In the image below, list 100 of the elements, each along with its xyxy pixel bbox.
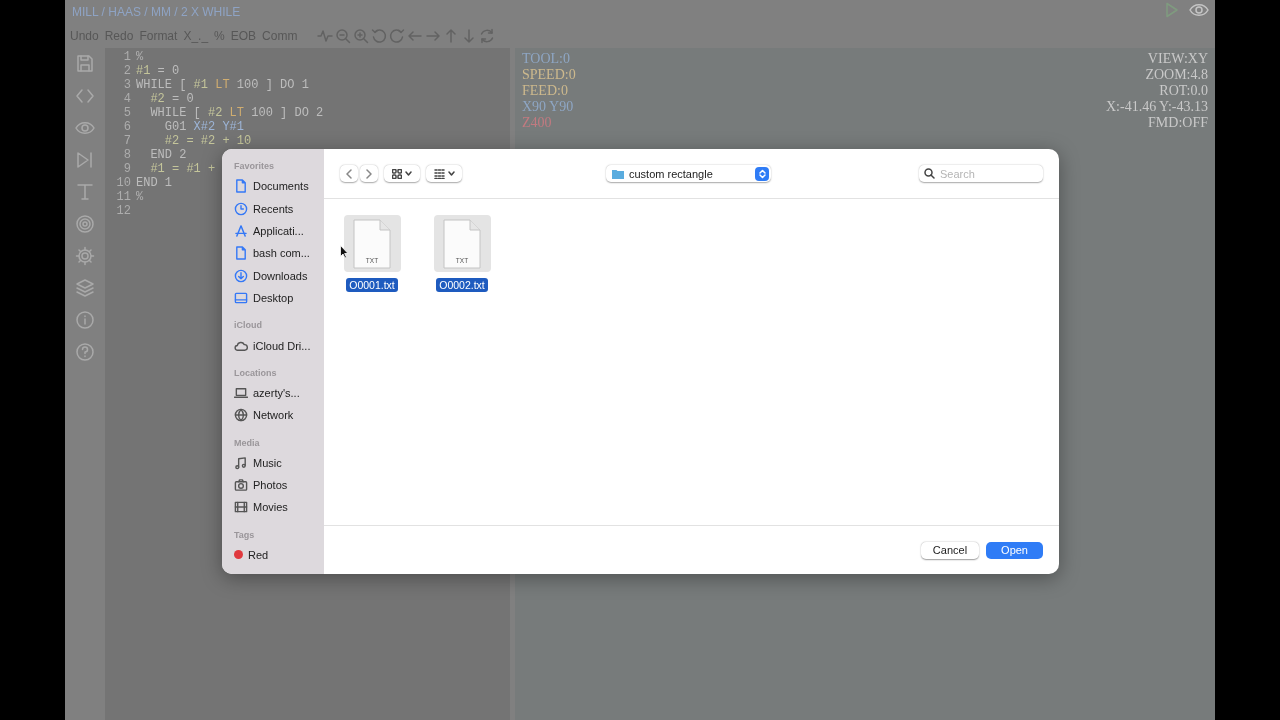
save-icon[interactable]	[75, 54, 95, 74]
sidebar-item[interactable]: Documents	[253, 180, 309, 193]
network-icon	[234, 408, 248, 423]
sidebar-item[interactable]: Red	[248, 548, 269, 561]
line-number: 2	[122, 64, 132, 78]
line-number: 1	[122, 50, 132, 64]
download-icon	[234, 268, 248, 283]
status-readout: SPEED:0	[522, 67, 576, 83]
code-line: %	[136, 50, 144, 64]
status-readout: Z400	[522, 115, 552, 131]
code-line: WHILE [ #1 LT 100 ] DO 1	[136, 78, 309, 92]
view-readout: X:-41.46 Y:-43.13	[1105, 99, 1208, 115]
view-readout: FMD:OFF	[1148, 115, 1208, 131]
sidebar-item[interactable]: azerty's...	[253, 386, 300, 399]
code-line: #2 = #2 + 10	[163, 134, 252, 148]
view-readout: VIEW:XY	[1147, 51, 1208, 67]
file-icon	[443, 218, 481, 269]
zoom-in-icon[interactable]	[353, 28, 370, 44]
arrow-right-icon[interactable]	[425, 28, 442, 44]
sidebar-item[interactable]: Desktop	[253, 292, 294, 305]
code-line: #1 = #1 +	[149, 162, 216, 176]
file-name[interactable]: O0001.txt	[346, 278, 398, 292]
line-number: 7	[122, 134, 132, 148]
chevron-right-icon	[366, 168, 372, 179]
line-number: 9	[122, 162, 132, 176]
document-icon	[234, 246, 248, 261]
line-number: 5	[122, 106, 132, 120]
section-heading: Tags	[234, 529, 256, 542]
code-line: END 1	[136, 176, 172, 190]
layers-icon[interactable]	[75, 278, 95, 298]
sidebar-item[interactable]: Photos	[253, 479, 288, 492]
sidebar-item[interactable]: Movies	[253, 501, 288, 514]
back-button[interactable]	[340, 165, 358, 182]
laptop-icon	[234, 385, 248, 400]
sidebar-item[interactable]: bash com...	[253, 247, 310, 260]
view-readout: ROT:0.0	[1159, 83, 1208, 99]
eye-icon[interactable]	[1189, 3, 1209, 17]
code-line: #2 = 0	[149, 92, 194, 106]
view-readout: ZOOM:4.8	[1145, 67, 1208, 83]
icon-view-button[interactable]	[384, 165, 420, 182]
document-icon	[234, 179, 248, 194]
sidebar-item[interactable]: Downloads	[253, 269, 308, 282]
rotate-left-icon[interactable]	[371, 28, 388, 44]
info-icon[interactable]	[75, 310, 95, 330]
code-line: G01 X#2 Y#1	[163, 120, 245, 134]
file-icon	[353, 218, 391, 269]
skip-icon[interactable]	[75, 150, 95, 170]
line-number: 11	[115, 190, 132, 204]
section-heading: Locations	[234, 367, 278, 380]
forward-button[interactable]	[360, 165, 378, 182]
cursor-icon	[340, 245, 349, 259]
search-field[interactable]: Search	[919, 165, 1043, 182]
target-icon[interactable]	[75, 214, 95, 234]
open-button[interactable]: Open	[986, 541, 1043, 559]
chevron-left-icon	[346, 168, 352, 179]
code-icon[interactable]	[75, 86, 95, 106]
updown-icon	[758, 168, 766, 179]
status-readout: TOOL:0	[522, 51, 570, 67]
line-number: 12	[115, 204, 132, 218]
line-number: 8	[122, 148, 132, 162]
sidebar-item[interactable]: Network	[253, 409, 294, 422]
code-line: #1 = 0	[136, 64, 180, 78]
section-heading: Favorites	[234, 161, 276, 173]
caret-icon	[405, 171, 412, 176]
film-icon	[234, 500, 248, 515]
pulse-icon[interactable]	[317, 28, 334, 44]
group-button[interactable]	[426, 165, 462, 182]
grid-icon	[433, 168, 445, 179]
caret-icon	[447, 171, 455, 176]
location-popup[interactable]: custom rectangle	[606, 165, 771, 182]
zoom-out-icon[interactable]	[335, 28, 352, 44]
file-name[interactable]: O0002.txt	[436, 278, 488, 292]
folder-icon	[612, 168, 624, 179]
cancel-button[interactable]: Cancel	[920, 541, 980, 559]
line-number: 10	[115, 176, 132, 190]
settings-icon[interactable]	[75, 246, 95, 266]
code-line: %	[136, 190, 144, 204]
status-readout: X90 Y90	[522, 99, 574, 115]
apps-icon	[234, 223, 248, 238]
help-icon[interactable]	[75, 342, 95, 362]
music-icon	[234, 455, 248, 470]
sidebar-item[interactable]: iCloud Dri...	[253, 339, 311, 352]
line-number: 3	[122, 78, 132, 92]
line-number: 6	[122, 120, 132, 134]
code-line: WHILE [ #2 LT 100 ] DO 2	[149, 106, 324, 120]
clock-icon	[234, 201, 248, 216]
sidebar-item[interactable]: Applicati...	[253, 224, 304, 237]
section-heading: iCloud	[234, 320, 263, 333]
sidebar-item[interactable]: Music	[253, 456, 282, 469]
play-icon[interactable]	[1165, 2, 1179, 18]
arrow-left-icon[interactable]	[407, 28, 424, 44]
sidebar-item[interactable]: Recents	[253, 202, 294, 215]
code-line: END 2	[149, 148, 187, 162]
text-icon[interactable]	[75, 182, 95, 202]
line-number: 4	[122, 92, 132, 106]
refresh-icon[interactable]	[479, 28, 496, 44]
desktop-icon	[234, 291, 248, 306]
rotate-right-icon[interactable]	[389, 28, 406, 44]
section-heading: Media	[234, 437, 261, 450]
search-icon	[924, 168, 935, 179]
